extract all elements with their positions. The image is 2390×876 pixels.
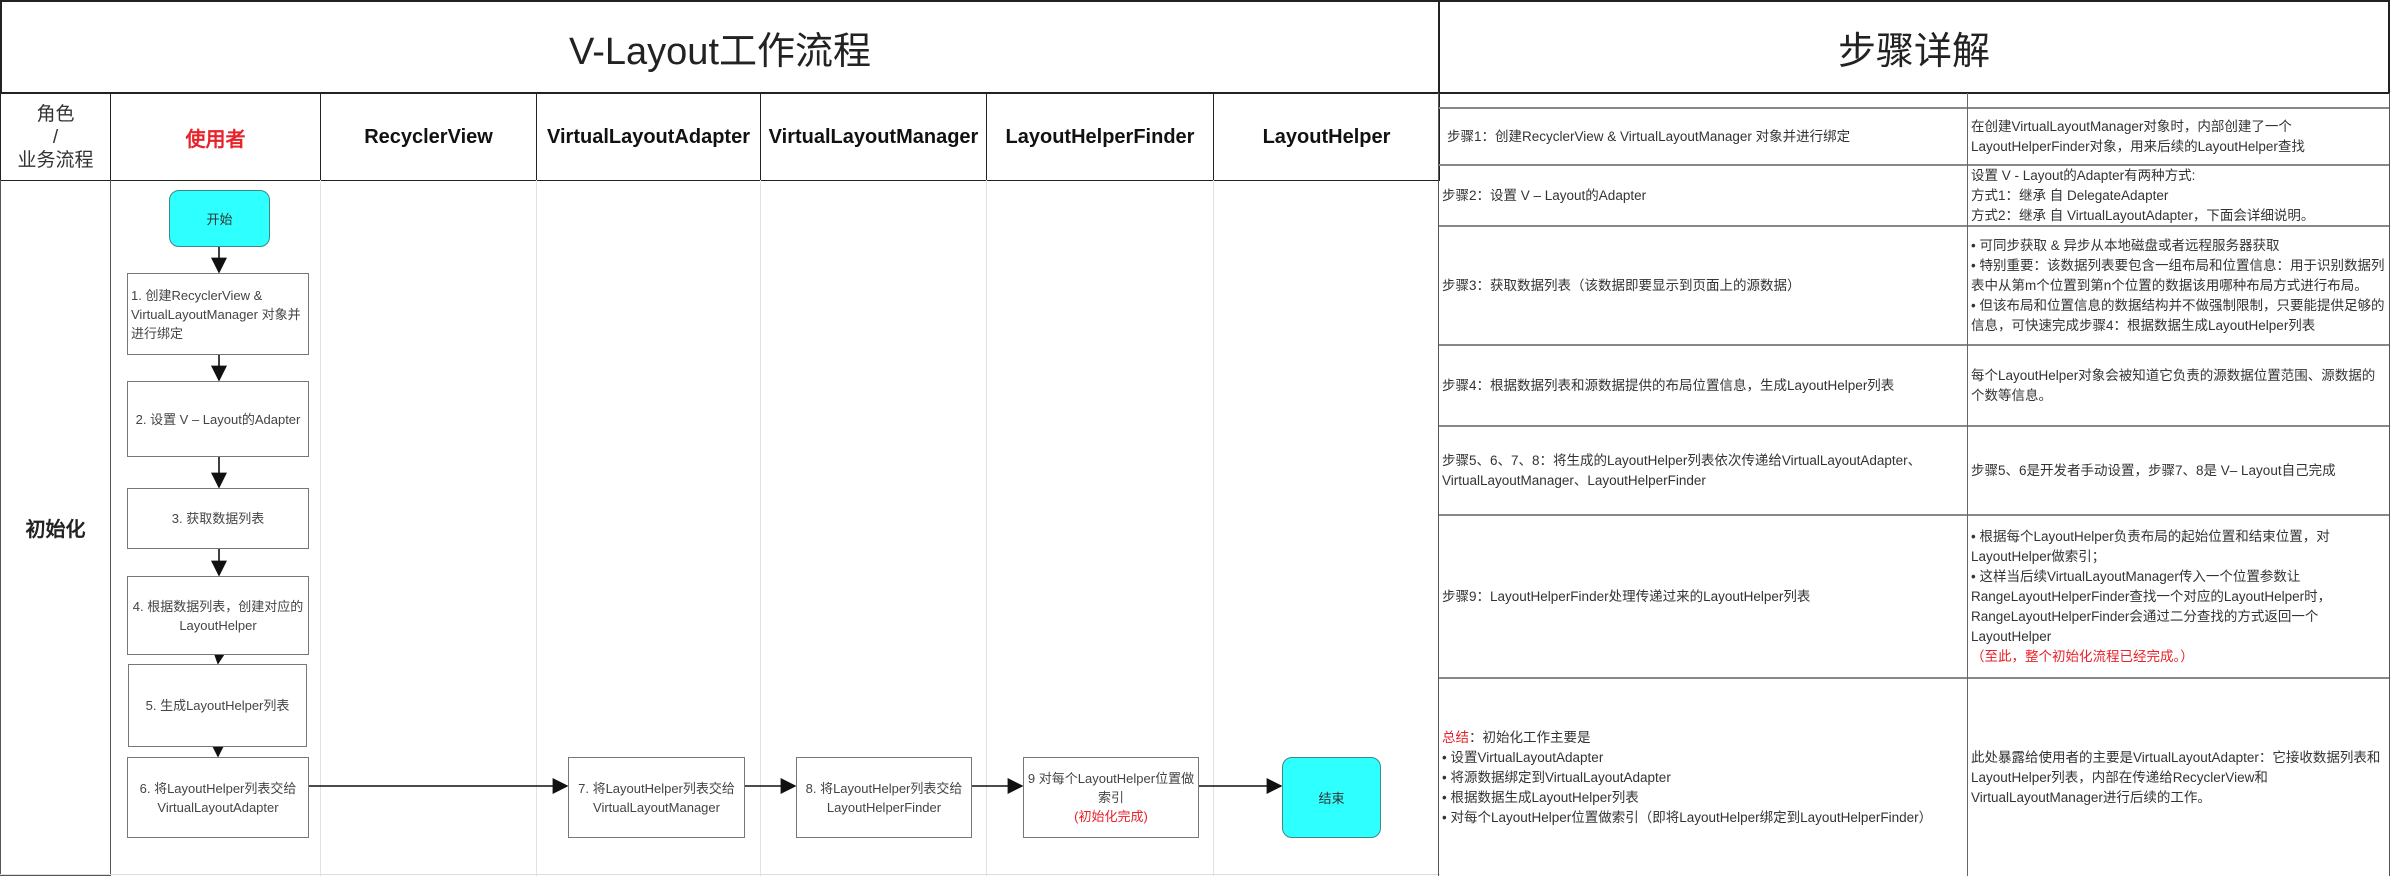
table-row-step-3: 步骤3：获取数据列表（该数据即要显示到页面上的源数据） — [1439, 227, 1967, 346]
summary-item: • 将源数据绑定到VirtualLayoutAdapter — [1442, 769, 1671, 785]
table-row-detail-5: 步骤5、6是开发者手动设置，步骤7、8是 V– Layout自己完成 — [1968, 427, 2389, 516]
summary-item: • 根据数据生成LayoutHelper列表 — [1442, 789, 1639, 805]
step-3-node: 3. 获取数据列表 — [127, 488, 309, 549]
step-label: 4. 根据数据列表，创建对应的LayoutHelper — [132, 598, 304, 633]
end-label: 结束 — [1318, 791, 1345, 806]
step-label: 7. 将LayoutHelper列表交给VirtualLayoutManager — [578, 780, 735, 815]
summary-label: 总结 — [1442, 729, 1469, 745]
step-2-node: 2. 设置 V – Layout的Adapter — [127, 381, 309, 457]
summary-intro: ：初始化工作主要是 — [1469, 729, 1591, 745]
table-row-step-5: 步骤5、6、7、8：将生成的LayoutHelper列表依次传递给Virtual… — [1439, 427, 1967, 516]
detail-text: 设置 V - Layout的Adapter有两种方式: — [1971, 167, 2196, 183]
step-9-note: (初始化完成) — [1074, 809, 1148, 824]
summary-item: • 对每个LayoutHelper位置做索引（即将LayoutHelper绑定到… — [1442, 809, 1933, 825]
step-text: 步骤5、6、7、8：将生成的LayoutHelper列表依次传递给Virtual… — [1442, 452, 1922, 488]
step-label: 2. 设置 V – Layout的Adapter — [135, 411, 301, 427]
table-row-detail-4: 每个LayoutHelper对象会被知道它负责的源数据位置范围、源数据的个数等信… — [1968, 346, 2389, 427]
table-row-detail-9: • 根据每个LayoutHelper负责布局的起始位置和结束位置，对Layout… — [1968, 516, 2389, 679]
detail-table: 步骤1：创建RecyclerView & VirtualLayoutManage… — [1438, 93, 2390, 876]
step-label: 1. 创建RecyclerView & VirtualLayoutManager… — [131, 287, 301, 341]
end-node: 结束 — [1282, 757, 1381, 838]
summary-heading: 总结：初始化工作主要是 — [1442, 728, 1591, 748]
table-row-step-1: 步骤1：创建RecyclerView & VirtualLayoutManage… — [1439, 107, 1967, 166]
step-5-node: 5. 生成LayoutHelper列表 — [128, 664, 307, 747]
detail-text: 在创建VirtualLayoutManager对象时，内部创建了一个Layout… — [1971, 118, 2305, 154]
table-row-step-9: 步骤9：LayoutHelperFinder处理传递过来的LayoutHelpe… — [1439, 516, 1967, 679]
detail-text: • 但该布局和位置信息的数据结构并不做强制限制，只要能提供足够的信息，可快速完成… — [1971, 297, 2385, 333]
step-1-node: 1. 创建RecyclerView & VirtualLayoutManager… — [127, 273, 309, 355]
detail-title-text: 步骤详解 — [1837, 30, 1990, 73]
detail-text: 步骤5、6是开发者手动设置，步骤7、8是 V– Layout自己完成 — [1971, 462, 2336, 478]
step-9-node: 9 对每个LayoutHelper位置做索引 (初始化完成) — [1023, 757, 1199, 838]
start-node: 开始 — [169, 190, 270, 247]
step-text: 步骤2：设置 V – Layout的Adapter — [1442, 187, 1647, 203]
step-7-node: 7. 将LayoutHelper列表交给VirtualLayoutManager — [568, 757, 745, 838]
step-8-node: 8. 将LayoutHelper列表交给LayoutHelperFinder — [796, 757, 972, 838]
detail-text: 每个LayoutHelper对象会被知道它负责的源数据位置范围、源数据的个数等信… — [1971, 367, 2376, 403]
arrow — [211, 647, 228, 665]
step-text: 步骤1：创建RecyclerView & VirtualLayoutManage… — [1447, 128, 1851, 144]
table-row-detail-1: 在创建VirtualLayoutManager对象时，内部创建了一个Layout… — [1968, 107, 2389, 166]
detail-text: • 可同步获取 & 异步从本地磁盘或者远程服务器获取 — [1971, 237, 2280, 253]
start-label: 开始 — [206, 212, 233, 227]
table-row-step-4: 步骤4：根据数据列表和源数据提供的布局位置信息，生成LayoutHelper列表 — [1439, 346, 1967, 427]
step-label: 9 对每个LayoutHelper位置做索引 — [1027, 771, 1195, 805]
detail-text: 方式1：继承 自 DelegateAdapter — [1971, 187, 2169, 203]
detail-text: • 这样当后续VirtualLayoutManager传入一个位置参数让Rang… — [1971, 568, 2332, 644]
step-label: 6. 将LayoutHelper列表交给VirtualLayoutAdapter — [139, 780, 297, 815]
detail-text: • 特别重要：该数据列表要包含一组布局和位置信息：用于识别数据列表中从第m个位置… — [1971, 257, 2385, 293]
step-4-node: 4. 根据数据列表，创建对应的LayoutHelper — [127, 576, 309, 655]
summary-detail-cell: 此处暴露给使用者的主要是VirtualLayoutAdapter：它接收数据列表… — [1968, 679, 2389, 876]
step-label: 8. 将LayoutHelper列表交给LayoutHelperFinder — [805, 780, 963, 815]
detail-text: • 根据每个LayoutHelper负责布局的起始位置和结束位置，对Layout… — [1971, 528, 2330, 564]
summary-detail: 此处暴露给使用者的主要是VirtualLayoutAdapter：它接收数据列表… — [1971, 749, 2381, 805]
completion-note: （至此，整个初始化流程已经完成。） — [1971, 648, 2194, 664]
step-6-node: 6. 将LayoutHelper列表交给VirtualLayoutAdapter — [127, 757, 309, 838]
step-text: 步骤3：获取数据列表（该数据即要显示到页面上的源数据） — [1442, 277, 1801, 293]
table-row-detail-2: 设置 V - Layout的Adapter有两种方式: 方式1：继承 自 Dele… — [1968, 166, 2389, 227]
step-label: 5. 生成LayoutHelper列表 — [145, 698, 290, 713]
summary-cell: 总结：初始化工作主要是 • 设置VirtualLayoutAdapter • 将… — [1439, 679, 1967, 876]
step-text: 步骤9：LayoutHelperFinder处理传递过来的LayoutHelpe… — [1442, 588, 1811, 604]
summary-item: • 设置VirtualLayoutAdapter — [1442, 749, 1604, 765]
table-row-step-2: 步骤2：设置 V – Layout的Adapter — [1439, 166, 1967, 227]
table-row-detail-3: • 可同步获取 & 异步从本地磁盘或者远程服务器获取 • 特别重要：该数据列表要包… — [1968, 227, 2389, 346]
detail-title: 步骤详解 — [1438, 0, 2390, 94]
step-label: 3. 获取数据列表 — [171, 511, 265, 526]
detail-text: 方式2：继承 自 VirtualLayoutAdapter，下面会详细说明。 — [1971, 207, 2315, 223]
step-text: 步骤4：根据数据列表和源数据提供的布局位置信息，生成LayoutHelper列表 — [1442, 377, 1895, 393]
